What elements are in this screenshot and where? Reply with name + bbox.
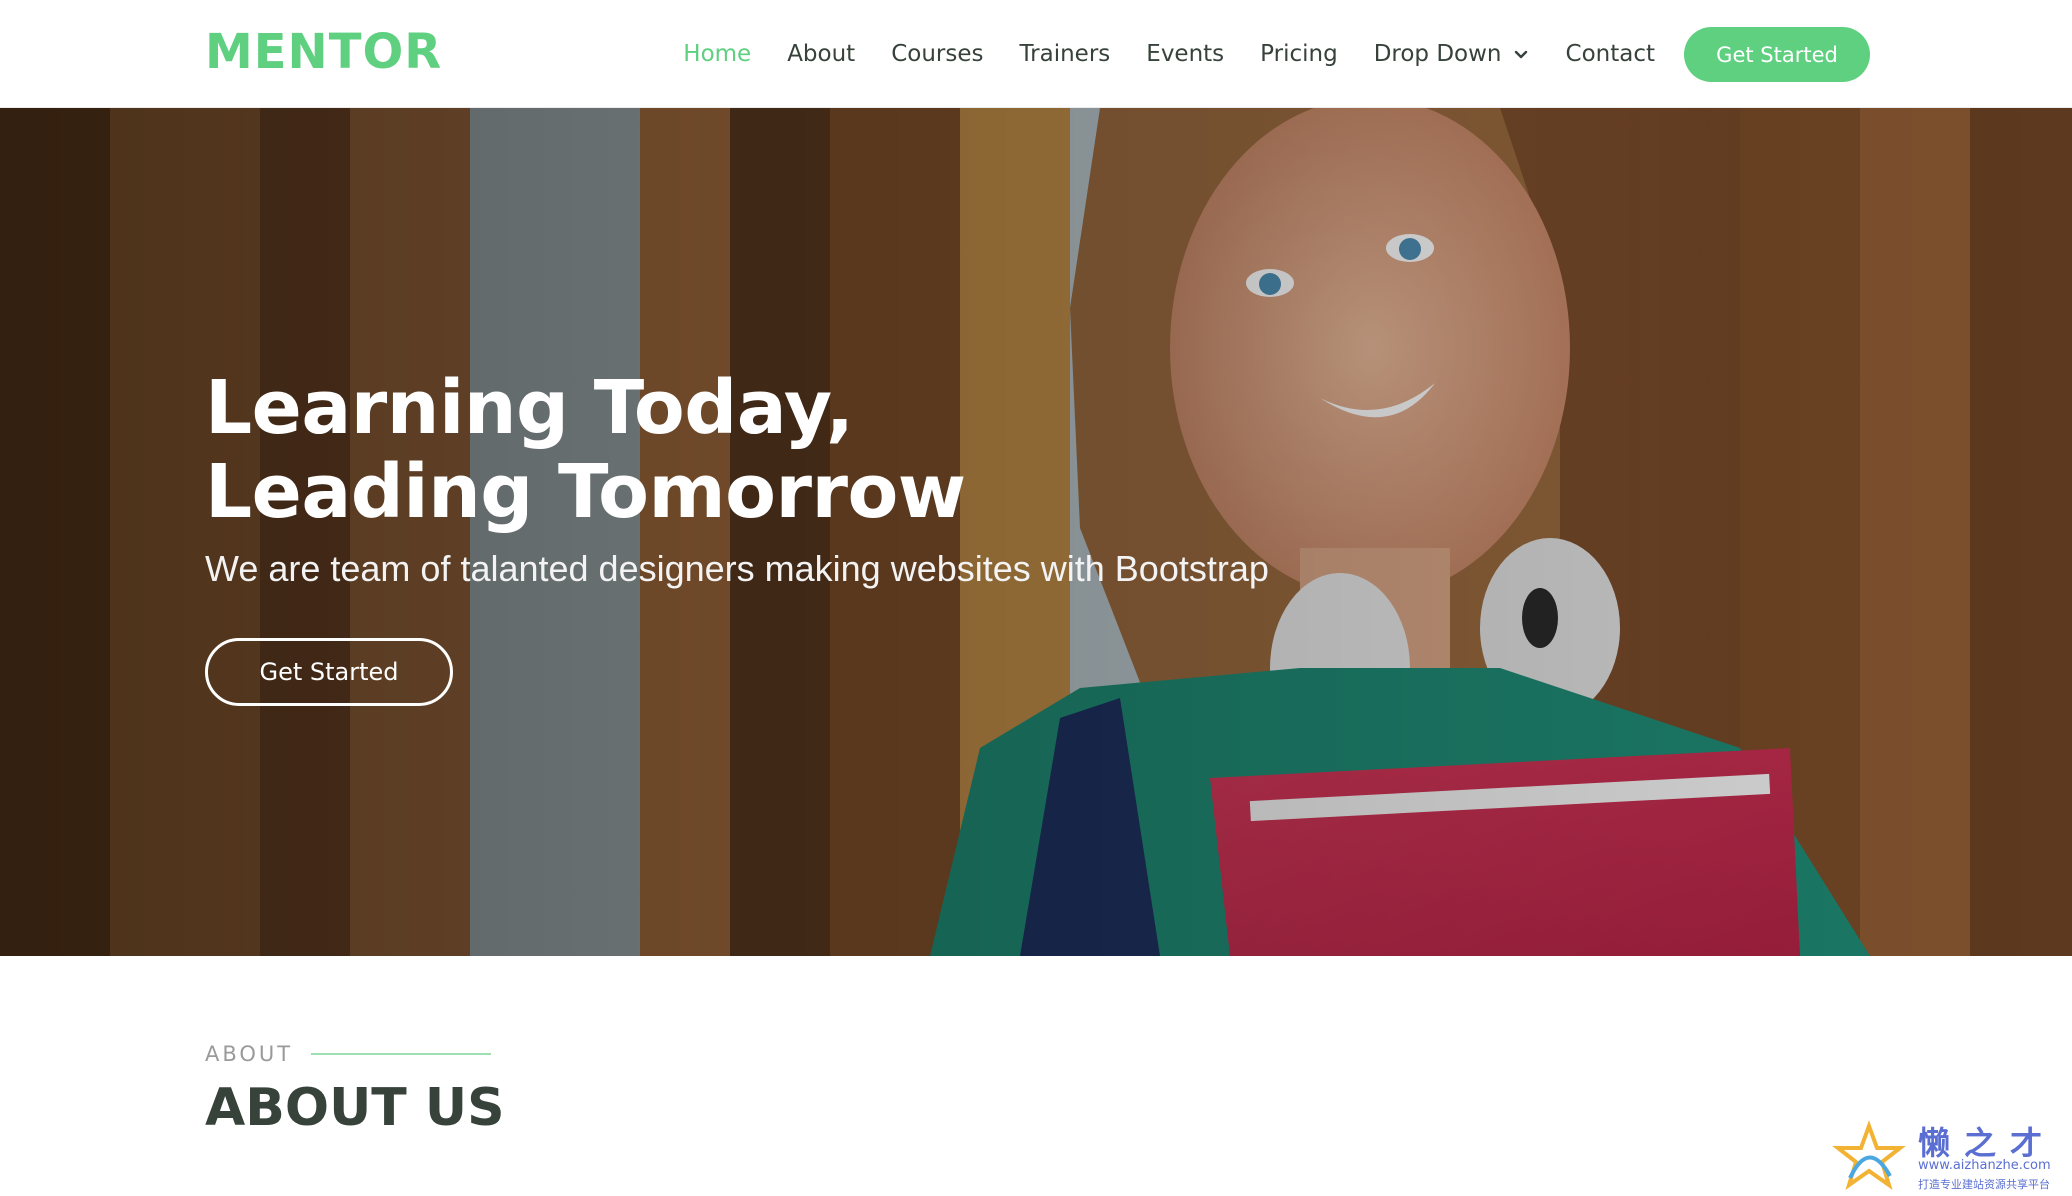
- star-logo-icon: [1832, 1120, 1906, 1190]
- about-title: ABOUT US: [205, 1078, 505, 1138]
- hero-get-started-button[interactable]: Get Started: [205, 638, 453, 706]
- hero-section: Learning Today, Leading Tomorrow We are …: [0, 108, 2072, 956]
- watermark-tagline: 打造专业建站资源共享平台: [1918, 1178, 2050, 1191]
- about-kicker-row: ABOUT: [205, 1042, 492, 1066]
- about-kicker: ABOUT: [205, 1042, 294, 1066]
- hero-title: Learning Today, Leading Tomorrow: [205, 366, 1705, 534]
- watermark-url: www.aizhanzhe.com: [1918, 1158, 2051, 1173]
- nav-item-events[interactable]: Events: [1146, 41, 1224, 67]
- site-header: MENTOR Home About Courses Trainers Event…: [0, 0, 2072, 108]
- about-section: ABOUT ABOUT US: [0, 956, 2072, 1196]
- nav-item-courses[interactable]: Courses: [891, 41, 983, 67]
- about-divider: [311, 1053, 492, 1055]
- hero-title-line1: Learning Today,: [205, 365, 854, 451]
- hero-title-line2: Leading Tomorrow: [205, 449, 966, 535]
- main-nav: Home About Courses Trainers Events Prici…: [647, 36, 1655, 72]
- site-logo[interactable]: MENTOR: [205, 24, 442, 80]
- watermark: 懒之才 www.aizhanzhe.com 打造专业建站资源共享平台: [1830, 1118, 2066, 1196]
- nav-item-contact[interactable]: Contact: [1566, 41, 1655, 67]
- get-started-button[interactable]: Get Started: [1684, 27, 1870, 82]
- nav-item-home[interactable]: Home: [683, 41, 751, 67]
- hero-subtitle: We are team of talanted designers making…: [205, 548, 1269, 589]
- chevron-down-icon: [1514, 50, 1527, 59]
- nav-item-trainers[interactable]: Trainers: [1020, 41, 1111, 67]
- hero-content: Learning Today, Leading Tomorrow We are …: [205, 366, 1705, 706]
- nav-item-dropdown[interactable]: Drop Down: [1374, 41, 1530, 67]
- nav-item-dropdown-label: Drop Down: [1373, 41, 1502, 67]
- nav-item-about[interactable]: About: [787, 41, 855, 67]
- nav-item-pricing[interactable]: Pricing: [1260, 41, 1338, 67]
